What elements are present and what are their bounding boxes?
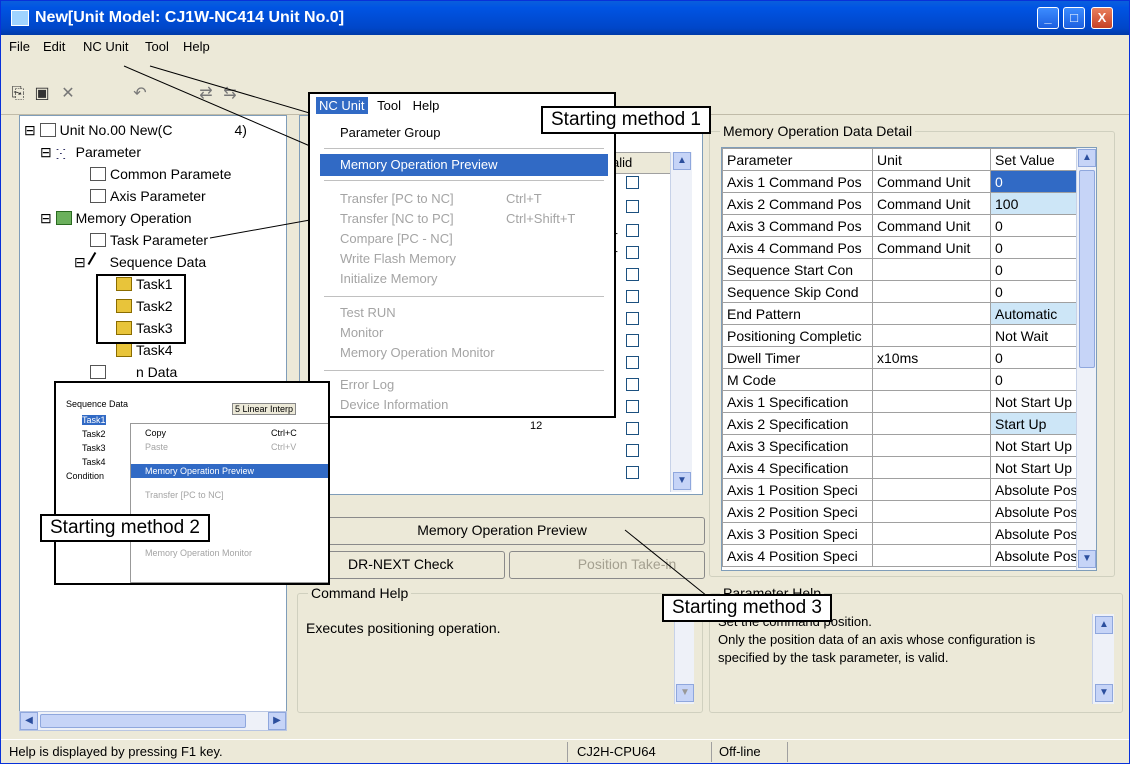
- menu-item-write-flash[interactable]: Write Flash Memory: [320, 248, 608, 270]
- ctx-item-paste[interactable]: Paste Ctrl+V: [131, 440, 328, 454]
- menu-item-initialize-memory[interactable]: Initialize Memory: [320, 268, 608, 290]
- ctx-item-memory-operation-monitor[interactable]: Memory Operation Monitor: [131, 546, 328, 560]
- menu-item-monitor[interactable]: Monitor: [320, 322, 608, 344]
- ctx-task3: Task3: [82, 443, 106, 453]
- callout-method-2: Starting method 2: [40, 514, 210, 542]
- menu-item-transfer-nc-to-pc[interactable]: Transfer [NC to PC] Ctrl+Shift+T: [320, 208, 608, 230]
- callout-method-1: Starting method 1: [541, 106, 711, 134]
- menu-item-compare[interactable]: Compare [PC - NC]: [320, 228, 608, 250]
- popup-menu-help[interactable]: Help: [413, 98, 440, 113]
- context-menu-popup: Sequence Data Task1 Task2 Task3 Task4 Co…: [54, 381, 330, 585]
- menu-item-transfer-pc-to-nc[interactable]: Transfer [PC to NC] Ctrl+T: [320, 188, 608, 210]
- nc-unit-menu-popup: NC Unit Tool Help Parameter Group Memory…: [308, 92, 616, 418]
- ctx-item-memory-operation-preview[interactable]: Memory Operation Preview: [131, 464, 328, 478]
- ctx-task2: Task2: [82, 429, 106, 439]
- callout-method-3: Starting method 3: [662, 594, 832, 622]
- ctx-condition: Condition: [66, 471, 105, 481]
- ctx-grid-cell: 5 Linear Interp: [232, 403, 297, 415]
- highlight-box-tasks: [96, 274, 186, 344]
- ctx-task1: Task1: [82, 415, 106, 425]
- ctx-item-transfer[interactable]: Transfer [PC to NC]: [131, 488, 328, 502]
- menu-item-test-run[interactable]: Test RUN: [320, 302, 608, 324]
- popup-menu-nc-unit[interactable]: NC Unit: [316, 97, 368, 114]
- ctx-menu-box: Copy Ctrl+C Paste Ctrl+V Memory Operation …: [130, 423, 328, 583]
- popup-menu-bar: NC Unit Tool Help: [316, 97, 440, 118]
- menu-item-memory-operation-monitor[interactable]: Memory Operation Monitor: [320, 342, 608, 364]
- menu-item-memory-operation-preview[interactable]: Memory Operation Preview: [320, 154, 608, 176]
- ctx-item-copy[interactable]: Copy Ctrl+C: [131, 426, 328, 440]
- menu-item-error-log[interactable]: Error Log: [320, 374, 608, 396]
- popup-menu-tool[interactable]: Tool: [377, 98, 401, 113]
- ctx-task4: Task4: [82, 457, 106, 467]
- ctx-sequence-data: Sequence Data: [66, 399, 129, 409]
- menu-item-device-information[interactable]: Device Information: [320, 394, 608, 416]
